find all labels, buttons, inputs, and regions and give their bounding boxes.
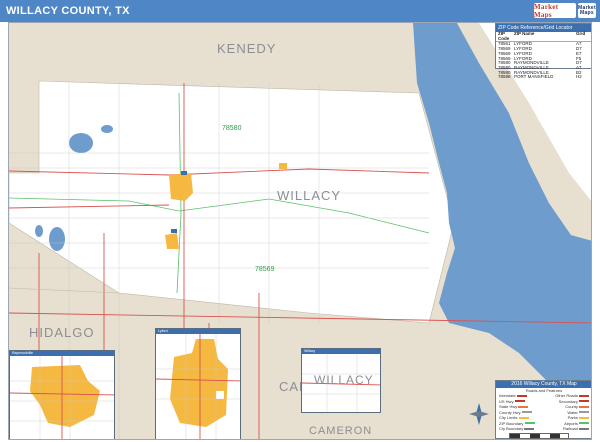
map-legend: 2016 Willacy County, TX Map Roads and Fe… bbox=[495, 380, 591, 439]
inset-svg bbox=[10, 356, 114, 439]
legend-row: Cty Boundary Railroad bbox=[496, 426, 591, 432]
legend-swatch bbox=[579, 422, 589, 425]
inset-map-raymondville[interactable]: Raymondville bbox=[9, 350, 115, 439]
inset-svg bbox=[156, 334, 240, 439]
hwy-shield bbox=[181, 171, 187, 175]
inset-map-lyford[interactable]: Lyford bbox=[155, 328, 241, 439]
legend-rows: Interstate Other Roads US Hwy Secondary … bbox=[496, 393, 591, 432]
legend-swatch bbox=[518, 405, 529, 408]
zip-col-code: ZIP Code bbox=[498, 31, 510, 41]
zip-table-cell: PORT MANSFIELD bbox=[514, 74, 554, 80]
logo-sub: Market Maps bbox=[578, 3, 596, 18]
legend-swatch bbox=[579, 416, 589, 419]
county-label-cameron: CAMERON bbox=[309, 425, 373, 437]
inset-title: Raymondville bbox=[10, 351, 114, 356]
zip-col-grid: Grid bbox=[576, 31, 586, 36]
legend-swatch bbox=[521, 411, 532, 414]
inset-map-willacy[interactable]: Willacy WILLACY bbox=[301, 348, 381, 413]
zip-reference-table: ZIP Code Reference/Grid Locator ZIP Code… bbox=[495, 23, 591, 79]
legend-swatch bbox=[516, 394, 527, 397]
logo-mark: Market Maps bbox=[534, 3, 576, 19]
legend-swatch bbox=[514, 400, 525, 403]
lake bbox=[69, 133, 93, 153]
title-bar: WILLACY COUNTY, TX Market Maps Market Ma… bbox=[0, 0, 600, 22]
map-title: WILLACY COUNTY, TX bbox=[6, 5, 130, 17]
county-label-hidalgo: HIDALGO bbox=[29, 325, 95, 340]
lake bbox=[35, 225, 43, 237]
legend-swatch bbox=[579, 427, 589, 430]
map-canvas[interactable]: KENEDY WILLACY HIDALGO CAM CAMERON 78580… bbox=[8, 22, 592, 440]
scale-bar bbox=[509, 433, 569, 439]
inset-title: Lyford bbox=[156, 329, 240, 334]
hwy-shield bbox=[171, 229, 177, 233]
legend-item: Cty Boundary bbox=[499, 426, 535, 432]
hidalgo-boundary bbox=[9, 287, 120, 294]
inset-county-label: WILLACY bbox=[314, 373, 374, 387]
zip-table-row: 78598 PORT MANSFIELD H2 bbox=[496, 74, 591, 80]
county-label-willacy: WILLACY bbox=[277, 188, 342, 203]
legend-title: 2016 Willacy County, TX Map bbox=[496, 381, 591, 388]
legend-swatch bbox=[524, 422, 535, 425]
legend-swatch bbox=[524, 427, 535, 430]
zip-table-cell: H2 bbox=[576, 74, 582, 80]
lake bbox=[101, 125, 113, 133]
compass-rose-icon bbox=[469, 403, 489, 425]
legend-swatch bbox=[579, 405, 589, 408]
zip-table-cell: 78598 bbox=[498, 74, 511, 80]
legend-swatch bbox=[579, 411, 589, 414]
lyford-city bbox=[165, 233, 179, 249]
county-label-kenedy: KENEDY bbox=[217, 41, 277, 56]
legend-item: Railroad bbox=[563, 426, 589, 432]
zip-col-name: ZIP Name bbox=[514, 31, 535, 36]
inset-title: Willacy bbox=[302, 349, 380, 354]
brand-logo[interactable]: Market Maps Market Maps bbox=[534, 2, 596, 19]
zip-label-78580: 78580 bbox=[222, 125, 242, 132]
zip-table-rows: 78561 LYFORD A7 78569 LYFORD D7 78569 LYFORD E7 7… bbox=[496, 42, 591, 80]
legend-swatch bbox=[518, 416, 529, 419]
zip-label-78569: 78569 bbox=[255, 266, 275, 273]
san-perlita-city bbox=[279, 163, 287, 169]
legend-swatch bbox=[579, 400, 589, 403]
legend-swatch bbox=[579, 394, 589, 397]
willacy-county-area bbox=[9, 80, 455, 324]
lake bbox=[49, 227, 65, 251]
